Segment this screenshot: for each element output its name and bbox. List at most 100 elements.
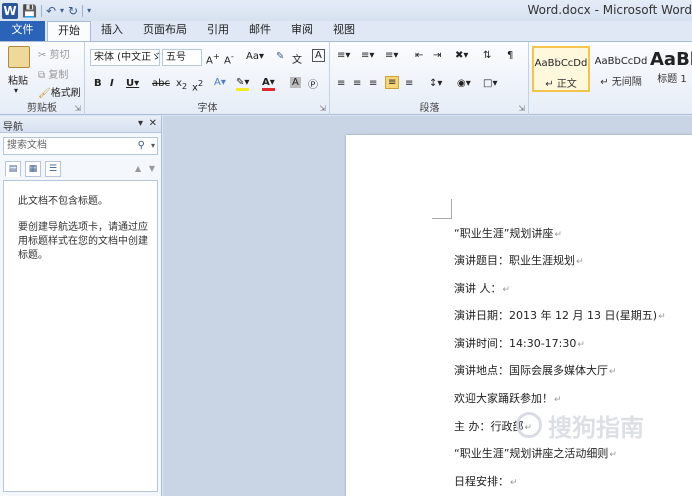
undo-icon[interactable]: ↶ xyxy=(46,4,56,18)
styles-group: AaBbCcDd ↵ 正文 AaBbCcDd ↵ 无间隔 AaBl 标题 1 xyxy=(530,42,692,115)
style-no-spacing[interactable]: AaBbCcDd ↵ 无间隔 xyxy=(592,46,650,92)
tab-mailings[interactable]: 邮件 xyxy=(239,21,281,41)
phonetic-guide-icon[interactable]: 文 xyxy=(292,51,302,66)
numbering-icon[interactable]: ≡▾ xyxy=(361,50,374,61)
text-effects-icon[interactable]: A▾ xyxy=(214,77,226,88)
shrink-font-icon[interactable]: A- xyxy=(224,51,234,66)
doc-paragraph[interactable]: 演讲地点：国际会展多媒体大厅↵ xyxy=(454,362,617,378)
browse-results-tab[interactable]: ☰ xyxy=(45,161,61,177)
doc-paragraph[interactable]: “职业生涯”规划讲座↵ xyxy=(454,225,562,241)
paragraph-launcher-icon[interactable]: ⇲ xyxy=(518,104,525,113)
bullets-icon[interactable]: ≡▾ xyxy=(337,50,350,61)
tab-page-layout[interactable]: 页面布局 xyxy=(133,21,197,41)
cut-button[interactable]: ✂ 剪切 xyxy=(38,46,70,61)
strikethrough-icon[interactable]: abc xyxy=(152,78,170,89)
character-border-icon[interactable]: A xyxy=(312,49,325,62)
tab-home[interactable]: 开始 xyxy=(47,21,91,41)
tab-view[interactable]: 视图 xyxy=(323,21,365,41)
distributed-icon[interactable]: ≡ xyxy=(405,78,413,89)
subscript-icon[interactable]: x2 xyxy=(176,78,187,91)
paste-icon[interactable] xyxy=(8,46,30,68)
doc-paragraph[interactable]: 日程安排：↵ xyxy=(454,473,518,489)
font-launcher-icon[interactable]: ⇲ xyxy=(319,104,326,113)
format-painter-button[interactable]: 🖌格式刷 xyxy=(38,84,81,99)
doc-paragraph[interactable]: 演讲题目：职业生涯规划↵ xyxy=(454,252,584,268)
style-no-spacing-label: ↵ 无间隔 xyxy=(600,77,642,88)
undo-dropdown-icon[interactable]: ▾ xyxy=(60,6,64,15)
style-heading-1[interactable]: AaBl 标题 1 xyxy=(650,46,692,92)
paste-button[interactable]: 粘贴 xyxy=(8,72,28,87)
sort-icon[interactable]: ⇅ xyxy=(483,50,491,61)
tab-references[interactable]: 引用 xyxy=(197,21,239,41)
doc-paragraph[interactable]: 演讲日期：2013 年 12 月 13 日(星期五)↵ xyxy=(454,307,666,323)
bold-icon[interactable]: B xyxy=(94,78,102,89)
paragraph-group-label: 段落 xyxy=(419,103,440,114)
underline-icon[interactable]: U▾ xyxy=(126,78,139,89)
navigation-body: 此文档不包含标题。 要创建导航选项卡，请通过应用标题样式在您的文档中创建标题。 xyxy=(3,180,158,492)
previous-heading-icon[interactable]: ▲ xyxy=(135,164,141,173)
change-case-icon[interactable]: Aa▾ xyxy=(246,51,264,62)
browse-pages-tab[interactable]: ▦ xyxy=(25,161,41,177)
show-marks-icon[interactable]: ¶ xyxy=(507,50,513,61)
enclose-characters-icon[interactable]: Ⓟ xyxy=(308,76,318,91)
tab-review[interactable]: 审阅 xyxy=(281,21,323,41)
search-document-input[interactable]: 搜索文档 ⚲ ▾ xyxy=(3,137,158,155)
decrease-indent-icon[interactable]: ⇤ xyxy=(415,50,423,61)
font-size-select[interactable]: 五号 xyxy=(162,49,202,66)
save-icon[interactable]: 💾 xyxy=(22,4,37,18)
margin-crop-mark xyxy=(432,199,452,219)
copy-icon: ⧉ xyxy=(38,70,46,81)
browse-headings-tab[interactable]: ▤ xyxy=(5,161,21,177)
redo-icon[interactable]: ↻ xyxy=(68,4,78,18)
superscript-icon[interactable]: x2 xyxy=(192,78,203,93)
align-center-icon[interactable]: ≡ xyxy=(353,78,361,89)
scissors-icon: ✂ xyxy=(38,50,47,61)
font-name-select[interactable]: 宋体 (中文正ゞ xyxy=(90,49,160,66)
word-app-icon[interactable]: W xyxy=(2,2,18,19)
clear-formatting-icon[interactable]: ✎ xyxy=(276,51,284,62)
pane-options-icon[interactable]: ▾ xyxy=(138,118,143,129)
word-window: W 💾 ↶ ▾ ↻ ▾ Word.docx - Microsoft Word 文… xyxy=(0,0,692,496)
create-headings-hint: 要创建导航选项卡，请通过应用标题样式在您的文档中创建标题。 xyxy=(18,222,148,261)
copy-button[interactable]: ⧉ 复制 xyxy=(38,66,68,81)
clipboard-group: 粘贴 ▾ ✂ 剪切 ⧉ 复制 🖌格式刷 剪贴板 ⇲ xyxy=(0,42,85,115)
doc-paragraph[interactable]: 演讲 人：↵ xyxy=(454,280,510,296)
search-icon[interactable]: ⚲ xyxy=(138,138,145,154)
justify-icon[interactable]: ≡ xyxy=(385,76,400,89)
multilevel-list-icon[interactable]: ≡▾ xyxy=(385,50,398,61)
next-heading-icon[interactable]: ▼ xyxy=(149,164,155,173)
navigation-pane: 导航 ▾ ✕ 搜索文档 ⚲ ▾ ▤ ▦ ☰ ▲ ▼ 此文档不包含标题。 要创建导… xyxy=(0,116,162,496)
tab-insert[interactable]: 插入 xyxy=(91,21,133,41)
borders-icon[interactable]: □▾ xyxy=(483,78,497,89)
paragraph-group: ≡▾ ≡▾ ≡▾ ⇤ ⇥ ✖▾ ⇅ ¶ ≡ ≡ ≡ ≡ ≡ ↕▾ ◉▾ □▾ 段… xyxy=(331,42,529,115)
highlight-icon[interactable]: ✎▾ xyxy=(236,77,250,91)
asian-layout-icon[interactable]: ✖▾ xyxy=(455,50,468,61)
navigation-title: 导航 xyxy=(3,122,23,133)
style-normal[interactable]: AaBbCcDd ↵ 正文 xyxy=(532,46,590,92)
shading-icon[interactable]: ◉▾ xyxy=(457,78,471,89)
line-spacing-icon[interactable]: ↕▾ xyxy=(429,78,442,89)
italic-icon[interactable]: I xyxy=(110,78,114,89)
increase-indent-icon[interactable]: ⇥ xyxy=(433,50,441,61)
character-shading-icon[interactable]: A xyxy=(290,77,301,88)
font-group: 宋体 (中文正ゞ 五号 A+ A- Aa▾ ✎ 文 A B I U▾ abc x… xyxy=(86,42,330,115)
qat-separator xyxy=(82,4,84,17)
align-left-icon[interactable]: ≡ xyxy=(337,78,345,89)
doc-paragraph[interactable]: 演讲时间：14:30-17:30↵ xyxy=(454,335,585,351)
close-pane-icon[interactable]: ✕ xyxy=(149,118,157,129)
ribbon-tabs: 文件 开始 插入 页面布局 引用 邮件 审阅 视图 xyxy=(0,21,692,41)
doc-paragraph[interactable]: 欢迎大家踊跃参加！↵ xyxy=(454,390,562,406)
style-normal-label: ↵ 正文 xyxy=(545,79,577,90)
qat-separator xyxy=(40,4,42,17)
title-bar: W 💾 ↶ ▾ ↻ ▾ Word.docx - Microsoft Word xyxy=(0,0,692,21)
grow-font-icon[interactable]: A+ xyxy=(206,51,220,66)
search-dropdown-icon[interactable]: ▾ xyxy=(151,138,155,154)
customize-qat-icon[interactable]: ▾ xyxy=(87,6,91,15)
paste-dropdown-icon[interactable]: ▾ xyxy=(14,86,18,95)
align-right-icon[interactable]: ≡ xyxy=(369,78,377,89)
tab-file[interactable]: 文件 xyxy=(0,21,45,41)
doc-paragraph[interactable]: “职业生涯”规划讲座之活动细则↵ xyxy=(454,445,617,461)
nav-arrows: ▲ ▼ xyxy=(135,164,155,173)
font-color-icon[interactable]: A▾ xyxy=(262,77,275,91)
clipboard-launcher-icon[interactable]: ⇲ xyxy=(74,104,81,113)
